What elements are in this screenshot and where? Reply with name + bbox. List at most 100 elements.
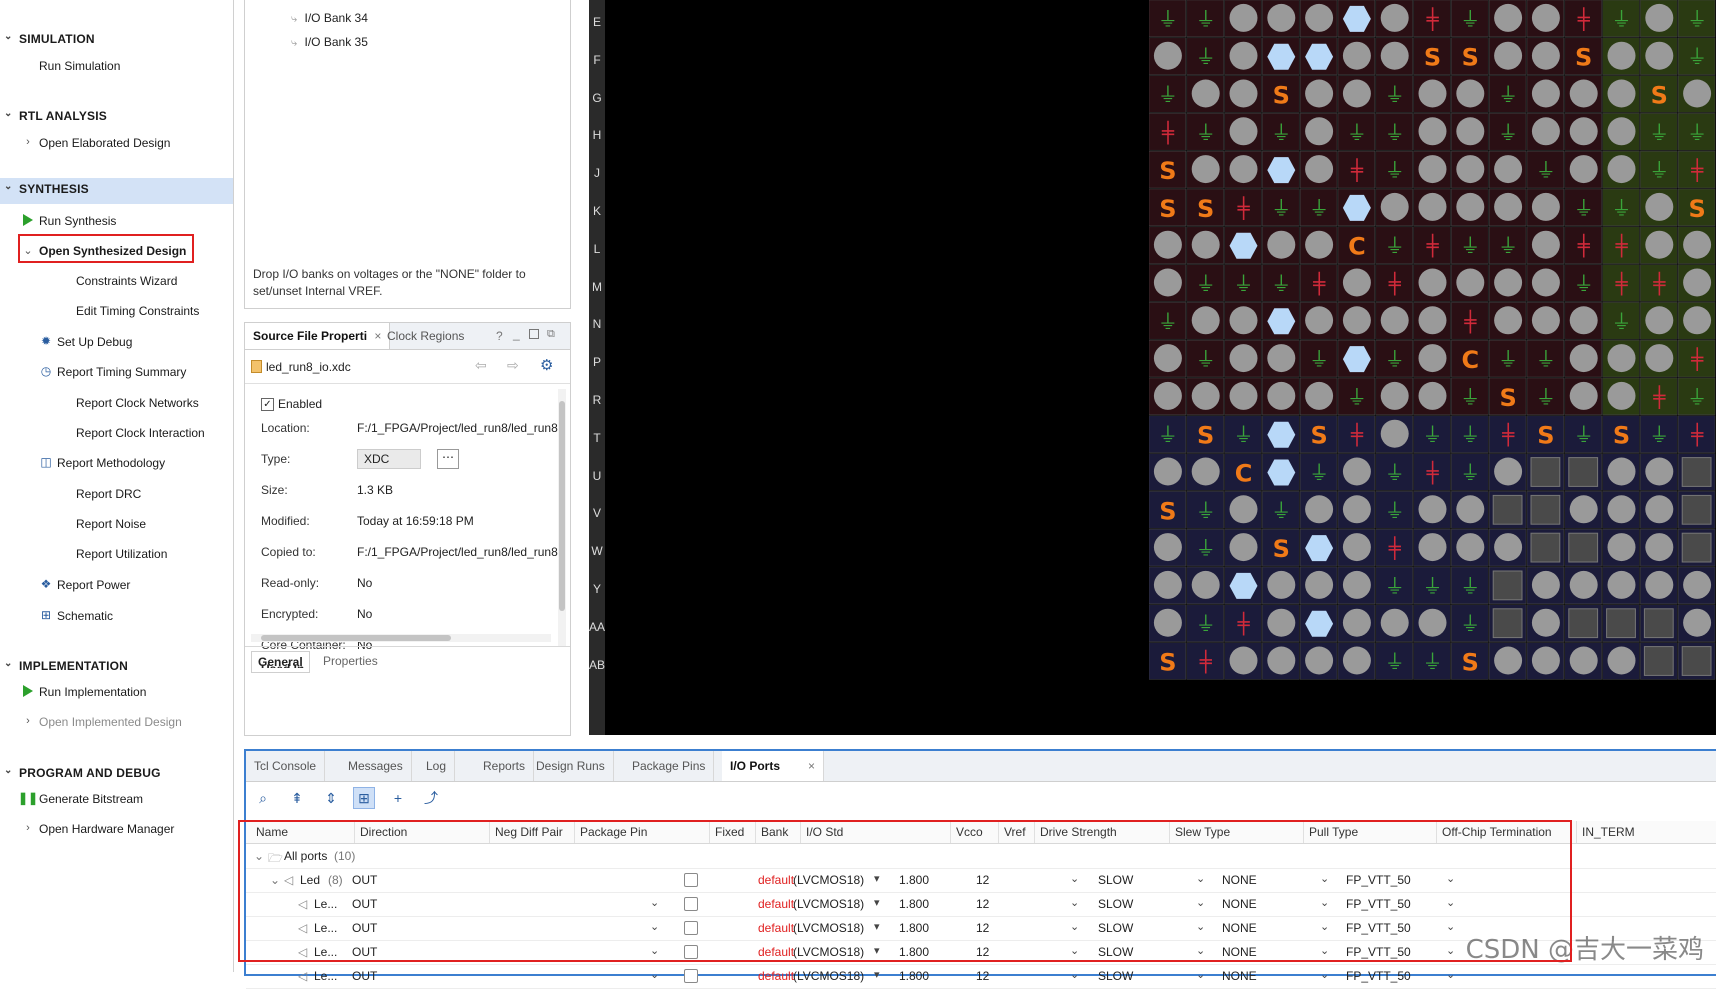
package-pin[interactable]	[1337, 491, 1376, 529]
group-by-icon[interactable]: ⊞	[353, 787, 375, 809]
package-pin[interactable]	[1262, 226, 1300, 264]
package-pin[interactable]	[1337, 188, 1376, 227]
package-pin[interactable]	[1299, 528, 1338, 567]
package-pin[interactable]: ╪	[1488, 415, 1527, 453]
package-pin[interactable]	[1677, 264, 1716, 302]
package-pin[interactable]	[1488, 37, 1527, 75]
package-pin[interactable]	[1488, 642, 1527, 680]
package-pin[interactable]	[1677, 642, 1716, 680]
package-pin[interactable]	[1640, 604, 1678, 642]
package-pin[interactable]	[1375, 0, 1413, 38]
package-pin[interactable]: ⏚	[1413, 566, 1451, 605]
bank-item-35[interactable]: ⤷ I/O Bank 35	[291, 35, 368, 50]
package-pin[interactable]	[1677, 302, 1716, 340]
package-pin[interactable]: ⏚	[1224, 415, 1262, 453]
package-pin[interactable]	[1564, 642, 1602, 680]
package-pin[interactable]: ⏚	[1677, 37, 1716, 75]
package-pin[interactable]	[1262, 339, 1300, 378]
package-pin[interactable]	[1186, 453, 1224, 491]
package-pin[interactable]	[1451, 264, 1489, 302]
scrollbar-thumb[interactable]	[261, 635, 451, 641]
package-pin[interactable]: ⏚	[1375, 642, 1413, 680]
package-pin[interactable]	[1299, 150, 1338, 189]
package-pin[interactable]	[1526, 113, 1565, 151]
tab-design-runs[interactable]: Design Runs	[528, 751, 614, 781]
package-pin[interactable]: ⏚	[1602, 188, 1640, 227]
package-pin[interactable]	[1526, 226, 1565, 264]
package-pin[interactable]	[1337, 566, 1376, 605]
package-pin[interactable]	[1186, 302, 1224, 340]
forward-arrow-icon[interactable]: ⇨	[507, 357, 519, 374]
package-pin[interactable]	[1299, 37, 1338, 75]
maximize-icon[interactable]	[529, 329, 539, 339]
chevron-right-icon[interactable]: ›	[20, 133, 36, 151]
package-pin[interactable]	[1526, 75, 1565, 113]
package-pin[interactable]	[1526, 566, 1565, 605]
package-pin[interactable]: S	[1602, 415, 1640, 453]
package-pin[interactable]	[1262, 37, 1300, 75]
enabled-checkbox[interactable]: ✓	[261, 398, 274, 411]
package-pin[interactable]: S	[1526, 415, 1565, 453]
package-pin[interactable]: ⏚	[1413, 642, 1451, 680]
termination-cell[interactable]: FP_VTT_50	[1346, 969, 1411, 983]
package-pin[interactable]	[1337, 453, 1376, 491]
package-pin[interactable]: ⏚	[1451, 604, 1489, 642]
package-pin[interactable]	[1488, 150, 1527, 189]
package-pin[interactable]	[1451, 150, 1489, 189]
package-pin[interactable]	[1413, 302, 1451, 340]
package-pin[interactable]: S	[1640, 75, 1678, 113]
pull-type-cell[interactable]: NONE	[1222, 969, 1257, 983]
package-pin[interactable]: ⏚	[1149, 75, 1187, 113]
package-pin[interactable]: ⏚	[1149, 302, 1187, 340]
package-pin[interactable]	[1337, 339, 1376, 378]
package-pin[interactable]	[1262, 453, 1300, 491]
package-pin[interactable]	[1526, 188, 1565, 227]
package-pin[interactable]	[1224, 528, 1262, 567]
package-pin[interactable]: ⏚	[1337, 377, 1376, 416]
package-pin[interactable]	[1488, 528, 1527, 567]
package-pin[interactable]: ╪	[1677, 150, 1716, 189]
package-pin[interactable]: ╪	[1677, 339, 1716, 378]
package-pin[interactable]: S	[1299, 415, 1338, 453]
package-pin[interactable]	[1149, 566, 1187, 605]
package-pin[interactable]	[1224, 566, 1262, 605]
package-pin[interactable]	[1149, 37, 1187, 75]
scrollbar-thumb[interactable]	[559, 401, 565, 611]
package-pin[interactable]: ⏚	[1186, 264, 1224, 302]
package-pin[interactable]	[1677, 453, 1716, 491]
tab-tcl-console[interactable]: Tcl Console	[246, 751, 326, 781]
package-pin[interactable]: ⏚	[1186, 0, 1224, 38]
package-pin[interactable]	[1602, 491, 1640, 529]
package-pin[interactable]: S	[1149, 188, 1187, 227]
package-pin[interactable]	[1337, 528, 1376, 567]
package-pin[interactable]: ⏚	[1149, 0, 1187, 38]
back-arrow-icon[interactable]: ⇦	[475, 357, 487, 374]
package-pin[interactable]	[1640, 453, 1678, 491]
package-pin[interactable]	[1413, 491, 1451, 529]
package-pin[interactable]	[1299, 642, 1338, 680]
package-pin[interactable]: S	[1677, 188, 1716, 227]
package-pin[interactable]	[1299, 377, 1338, 416]
package-pin[interactable]: ⏚	[1375, 491, 1413, 529]
package-pin[interactable]	[1224, 150, 1262, 189]
package-pin[interactable]: ╪	[1149, 113, 1187, 151]
package-pin[interactable]: ⏚	[1375, 566, 1413, 605]
package-pin[interactable]	[1564, 453, 1602, 491]
package-pin[interactable]	[1526, 604, 1565, 642]
package-pin[interactable]	[1451, 75, 1489, 113]
tab-package-pins[interactable]: Package Pins	[624, 751, 715, 781]
package-pin[interactable]: ╪	[1337, 415, 1376, 453]
tab-reports[interactable]: Reports	[475, 751, 535, 781]
package-pin[interactable]: S	[1186, 188, 1224, 227]
package-pin[interactable]	[1564, 604, 1602, 642]
package-pin[interactable]: ⏚	[1262, 113, 1300, 151]
package-pin[interactable]: S	[1413, 37, 1451, 75]
package-pin[interactable]: C	[1224, 453, 1262, 491]
package-pin[interactable]	[1413, 528, 1451, 567]
package-pin[interactable]: ⏚	[1451, 226, 1489, 264]
package-pin[interactable]	[1224, 113, 1262, 151]
package-pin[interactable]	[1602, 528, 1640, 567]
package-pin[interactable]	[1488, 604, 1527, 642]
package-pin[interactable]: ⏚	[1640, 150, 1678, 189]
tab-source-file-properties[interactable]: Source File Properti ×	[245, 323, 391, 349]
